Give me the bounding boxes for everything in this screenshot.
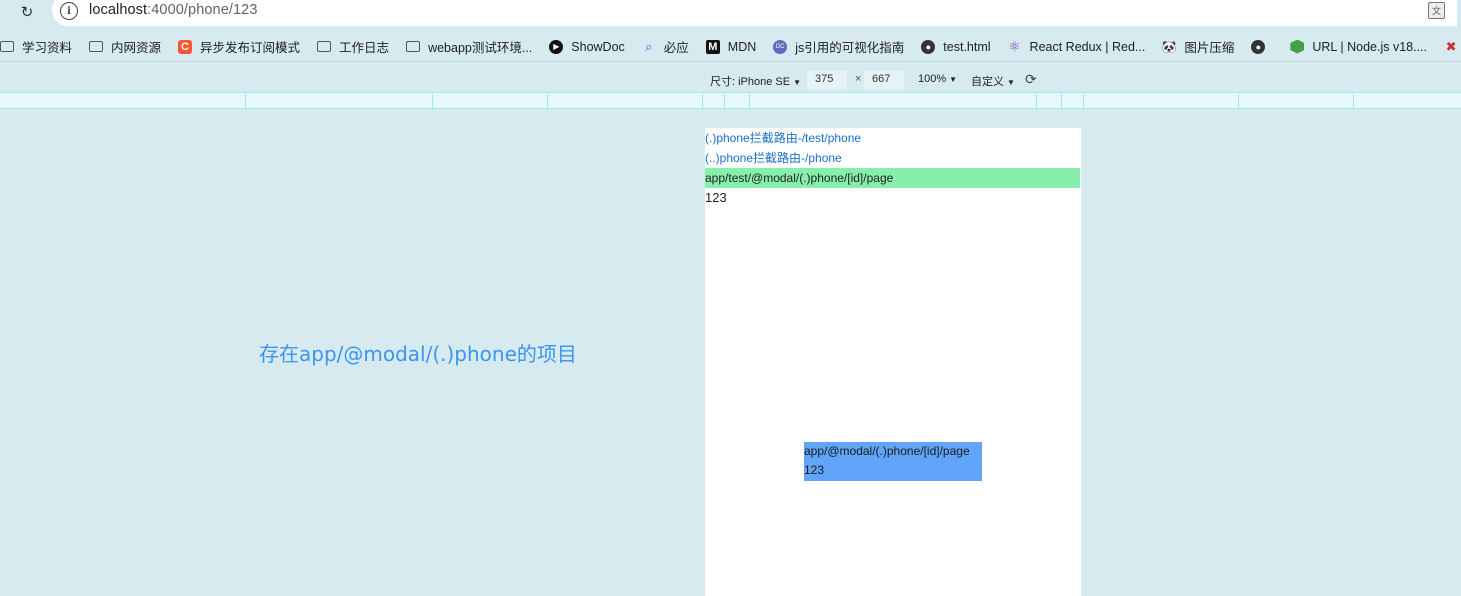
bookmark-label: 必应 bbox=[663, 41, 689, 55]
bookmark-react-redux[interactable]: ⚛ React Redux | Red... bbox=[1008, 35, 1146, 59]
node-icon bbox=[1290, 39, 1305, 54]
bookmark-folder-intranet[interactable]: 内网资源 bbox=[89, 35, 161, 59]
bookmark-folder-study[interactable]: 学习资料 bbox=[0, 35, 72, 59]
media-query-ruler[interactable] bbox=[0, 92, 1461, 109]
ruler-tick bbox=[1238, 93, 1239, 109]
modal-id-value: 123 bbox=[804, 463, 825, 477]
ruler-tick bbox=[547, 93, 548, 109]
bookmark-label: URL | Node.js v18.... bbox=[1312, 39, 1428, 54]
throttle-select[interactable]: 自定义 ▼ bbox=[971, 73, 1015, 89]
device-dimensions-select[interactable]: 尺寸: iPhone SE ▼ bbox=[710, 73, 801, 89]
intercept-link-phone[interactable]: (..)phone拦截路由-/phone bbox=[705, 148, 1081, 168]
ruler-tick bbox=[1036, 93, 1037, 109]
left-page-title: 存在app/@modal/(.)phone的项目 bbox=[259, 342, 577, 366]
bookmark-mdn[interactable]: M MDN bbox=[705, 35, 757, 59]
bookmark-js-guide[interactable]: DC js引用的可视化指南 bbox=[773, 35, 904, 59]
ruler-tick bbox=[749, 93, 750, 109]
bookmarks-bar: 学习资料 内网资源 C 异步发布订阅模式 工作日志 webapp测试环境... … bbox=[0, 32, 1461, 62]
csdn-icon: C bbox=[178, 39, 193, 54]
bookmark-showdoc[interactable]: ▶ ShowDoc bbox=[549, 35, 625, 59]
folder-icon bbox=[406, 41, 421, 52]
bookmark-label: React Redux | Red... bbox=[1029, 39, 1146, 54]
ruler-tick bbox=[432, 93, 433, 109]
zoom-select[interactable]: 100% ▼ bbox=[918, 73, 957, 85]
panda-icon: 🐼 bbox=[1161, 39, 1177, 54]
folder-icon bbox=[317, 41, 332, 52]
caret-down-icon: ▼ bbox=[949, 75, 958, 84]
cross-icon: ✖ bbox=[1445, 38, 1457, 54]
id-value: 123 bbox=[705, 190, 727, 205]
ruler-tick bbox=[702, 93, 703, 109]
translate-icon[interactable]: 文 bbox=[1428, 2, 1445, 19]
bookmark-folder-webapp[interactable]: webapp测试环境... bbox=[406, 35, 532, 59]
modal-route-path: app/@modal/(.)phone/[id]/page bbox=[804, 444, 970, 458]
mdn-icon: M bbox=[705, 39, 720, 54]
url-path: :4000/phone/123 bbox=[147, 2, 258, 18]
intercept-link-test-phone[interactable]: (.)phone拦截路由-/test/phone bbox=[705, 128, 1081, 148]
modal-box: app/@modal/(.)phone/[id]/page 123 bbox=[804, 442, 982, 481]
bookmark-label: webapp测试环境... bbox=[428, 41, 533, 55]
caret-down-icon: ▼ bbox=[1007, 78, 1015, 87]
folder-icon bbox=[89, 41, 104, 52]
bookmark-node-url[interactable]: URL | Node.js v18.... bbox=[1290, 35, 1427, 59]
showdoc-icon: ▶ bbox=[549, 39, 564, 54]
bookmark-image-compress[interactable]: 🐼 图片压缩 bbox=[1162, 35, 1234, 59]
reload-icon[interactable]: ↻ bbox=[17, 2, 37, 22]
throttle-label: 自定义 bbox=[971, 76, 1004, 88]
times-separator: × bbox=[855, 73, 862, 85]
bookmark-label: 工作日志 bbox=[339, 41, 390, 55]
bookmark-label: MDN bbox=[727, 39, 757, 54]
bookmark-bing[interactable]: ⌕ 必应 bbox=[642, 35, 689, 59]
address-url[interactable]: localhost:4000/phone/123 bbox=[89, 2, 258, 18]
site-info-icon[interactable]: i bbox=[60, 2, 78, 20]
bing-icon: ⌕ bbox=[645, 38, 653, 54]
bookmark-label: 异步发布订阅模式 bbox=[200, 41, 301, 55]
dc-icon: DC bbox=[773, 39, 788, 54]
bookmark-label: 图片压缩 bbox=[1184, 41, 1235, 55]
globe-icon: ● bbox=[1251, 39, 1266, 54]
url-host: localhost bbox=[89, 2, 148, 18]
rotate-icon[interactable]: ⟳ bbox=[1025, 71, 1041, 87]
address-row: ↻ i localhost:4000/phone/123 文 bbox=[0, 0, 1461, 28]
caret-down-icon: ▼ bbox=[793, 78, 802, 87]
device-dimensions-label: 尺寸: iPhone SE bbox=[710, 76, 791, 88]
ruler-tick bbox=[1061, 93, 1062, 109]
bookmark-test-html[interactable]: ● test.html bbox=[921, 35, 991, 59]
globe-icon: ● bbox=[921, 39, 936, 54]
phone-viewport: (.)phone拦截路由-/test/phone (..)phone拦截路由-/… bbox=[705, 128, 1081, 596]
ruler-tick bbox=[1353, 93, 1354, 109]
omnibox[interactable]: i localhost:4000/phone/123 文 bbox=[52, 0, 1457, 26]
zoom-label: 100% bbox=[918, 73, 947, 85]
bookmark-label: js引用的可视化指南 bbox=[795, 41, 905, 55]
bookmark-csdn[interactable]: C 异步发布订阅模式 bbox=[178, 35, 300, 59]
bookmark-label: 内网资源 bbox=[111, 41, 162, 55]
route-path-bar: app/test/@modal/(.)phone/[id]/page bbox=[705, 168, 1080, 188]
folder-icon bbox=[0, 41, 14, 52]
bookmark-label: test.html bbox=[943, 39, 991, 54]
bookmark-label: ShowDoc bbox=[571, 39, 625, 54]
ruler-tick bbox=[724, 93, 725, 109]
bookmark-label: 学习资料 bbox=[22, 41, 73, 55]
redux-icon: ⚛ bbox=[1008, 38, 1021, 54]
device-toolbar: 尺寸: iPhone SE ▼ 375 × 667 100% ▼ 自定义 ▼ ⟳ bbox=[0, 68, 1461, 92]
height-input[interactable]: 667 bbox=[864, 71, 904, 89]
bookmark-folder-worklog[interactable]: 工作日志 bbox=[317, 35, 389, 59]
bookmark-globe[interactable]: ● bbox=[1251, 35, 1273, 59]
bookmark-cross[interactable]: ✖ a bbox=[1444, 35, 1461, 59]
ruler-tick bbox=[245, 93, 246, 109]
ruler-tick bbox=[1083, 93, 1084, 109]
width-input[interactable]: 375 bbox=[807, 71, 847, 89]
